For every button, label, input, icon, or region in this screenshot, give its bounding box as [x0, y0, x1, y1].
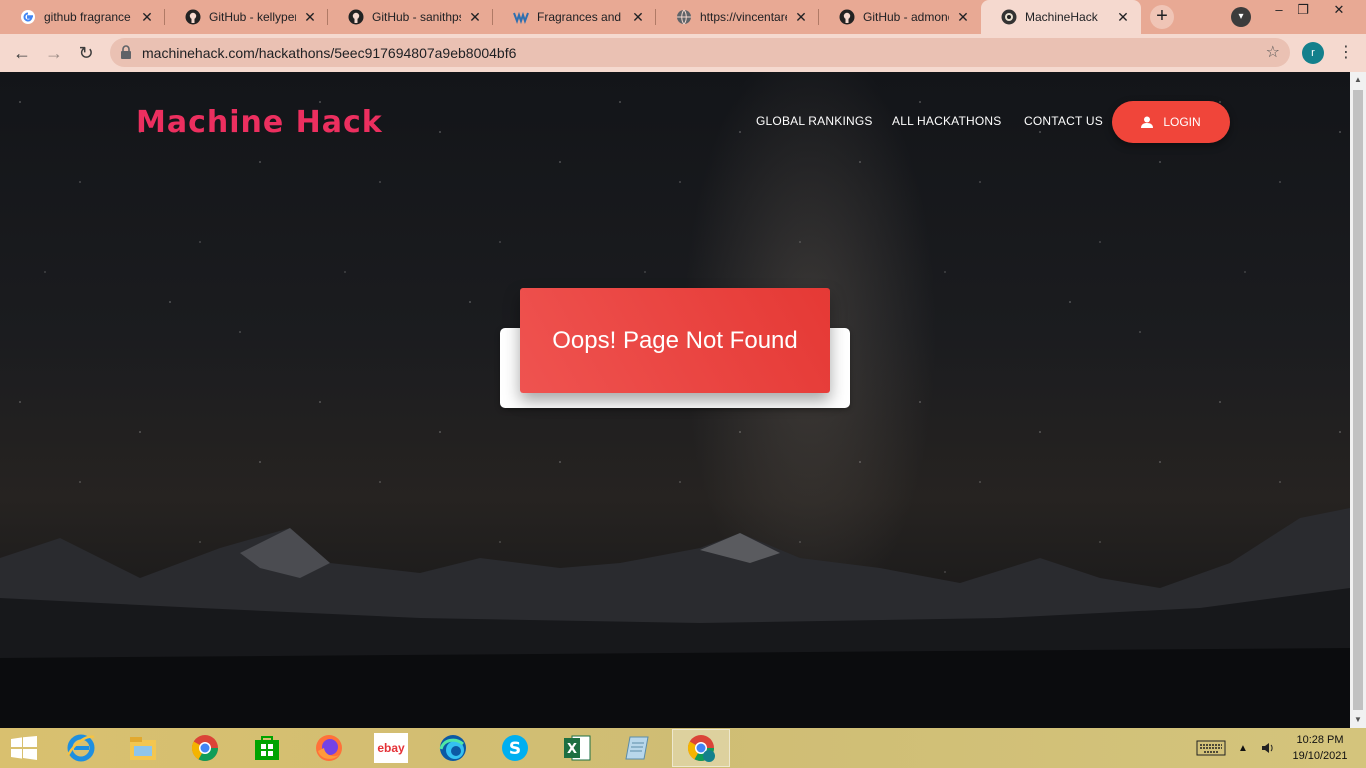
github-icon [348, 9, 364, 25]
forward-arrow-icon[interactable]: → [42, 41, 66, 65]
system-clock[interactable]: 10:28 PM 19/10/2021 [1290, 732, 1350, 764]
close-tab-icon[interactable]: ✕ [630, 9, 646, 25]
skype-icon[interactable]: S [486, 729, 544, 767]
tab-fragrances[interactable]: Fragrances and Pe ✕ [493, 0, 656, 34]
github-icon [839, 9, 855, 25]
windows-taskbar: ebay S X ▲ 10:28 PM 19/10/2021 [0, 728, 1366, 768]
mountain-landscape [0, 508, 1350, 728]
edge-icon[interactable] [424, 729, 482, 767]
page-scrollbar[interactable]: ▲ ▼ [1350, 72, 1366, 728]
nav-global-rankings[interactable]: GLOBAL RANKINGS [756, 114, 873, 128]
address-bar[interactable]: machinehack.com/hackathons/5eec917694807… [110, 38, 1290, 67]
ebay-icon[interactable]: ebay [362, 729, 420, 767]
firefox-icon[interactable] [300, 729, 358, 767]
bookmark-star-icon[interactable]: ☆ [1266, 42, 1280, 62]
ebay-label: ebay [374, 733, 408, 763]
tab-github-kellypeng[interactable]: GitHub - kellypeng ✕ [165, 0, 328, 34]
close-tab-icon[interactable]: ✕ [793, 9, 809, 25]
clock-time: 10:28 PM [1296, 734, 1344, 746]
tab-title: Fragrances and Pe [537, 10, 624, 24]
wix-icon [513, 9, 529, 25]
close-window-button[interactable]: ✕ [1326, 0, 1352, 20]
tab-title: github fragrance in [44, 10, 133, 24]
login-label: LOGIN [1163, 115, 1201, 129]
scroll-thumb[interactable] [1353, 90, 1363, 710]
tab-github-sanithps[interactable]: GitHub - sanithps9 ✕ [328, 0, 493, 34]
tab-vincentarel[interactable]: https://vincentarel ✕ [656, 0, 819, 34]
close-tab-icon[interactable]: ✕ [1115, 9, 1131, 25]
browser-tab-strip: github fragrance in ✕ GitHub - kellypeng… [0, 0, 1366, 34]
show-hidden-icons-icon[interactable]: ▲ [1238, 728, 1248, 768]
notepad-icon[interactable] [610, 729, 668, 767]
tab-github-admond[interactable]: GitHub - admond ✕ [819, 0, 981, 34]
nav-contact-us[interactable]: CONTACT US [1024, 114, 1103, 128]
globe-icon [676, 9, 692, 25]
tab-title: GitHub - sanithps9 [372, 10, 461, 24]
clock-date: 19/10/2021 [1292, 750, 1348, 762]
tab-search-icon[interactable]: ▾ [1231, 7, 1251, 27]
tab-title: GitHub - admond [863, 10, 949, 24]
close-tab-icon[interactable]: ✕ [302, 9, 318, 25]
login-button[interactable]: LOGIN [1112, 101, 1230, 143]
excel-icon[interactable]: X [548, 729, 606, 767]
profile-avatar[interactable]: r [1302, 42, 1324, 64]
tab-google-search[interactable]: github fragrance in ✕ [0, 0, 165, 34]
svg-text:S: S [509, 739, 521, 759]
machinehack-icon [1001, 9, 1017, 25]
restore-button[interactable]: ❐ [1290, 0, 1316, 20]
chrome-icon[interactable] [176, 729, 234, 767]
url-text: machinehack.com/hackathons/5eec917694807… [142, 45, 517, 61]
close-tab-icon[interactable]: ✕ [139, 9, 155, 25]
windows-start-icon[interactable] [10, 736, 38, 760]
tab-title: https://vincentarel [700, 10, 787, 24]
internet-explorer-icon[interactable] [52, 729, 110, 767]
new-tab-button[interactable]: + [1150, 5, 1174, 29]
close-tab-icon[interactable]: ✕ [955, 9, 971, 25]
file-explorer-icon[interactable] [114, 729, 172, 767]
store-icon[interactable] [238, 729, 296, 767]
tab-machinehack[interactable]: MachineHack ✕ [981, 0, 1141, 34]
browser-toolbar: ← → ↻ machinehack.com/hackathons/5eec917… [0, 34, 1366, 72]
volume-icon[interactable] [1260, 728, 1276, 768]
google-icon [20, 9, 36, 25]
tab-title: GitHub - kellypeng [209, 10, 296, 24]
back-arrow-icon[interactable]: ← [10, 41, 34, 65]
reload-icon[interactable]: ↻ [74, 41, 98, 65]
github-icon [185, 9, 201, 25]
keyboard-icon[interactable] [1196, 728, 1226, 768]
tab-title: MachineHack [1025, 10, 1098, 24]
nav-all-hackathons[interactable]: ALL HACKATHONS [892, 114, 1002, 128]
page-viewport: Machine Hack GLOBAL RANKINGS ALL HACKATH… [0, 72, 1350, 728]
scroll-down-arrow-icon[interactable]: ▼ [1350, 712, 1366, 728]
chrome-profile-icon[interactable] [672, 729, 730, 767]
more-menu-icon[interactable]: ⋮ [1336, 42, 1356, 64]
lock-icon [121, 45, 131, 59]
close-tab-icon[interactable]: ✕ [467, 9, 483, 25]
machinehack-logo[interactable]: Machine Hack [136, 105, 383, 140]
svg-text:X: X [567, 742, 577, 757]
scroll-up-arrow-icon[interactable]: ▲ [1350, 72, 1366, 88]
error-message: Oops! Page Not Found [520, 288, 830, 393]
minimize-button[interactable]: – [1266, 0, 1292, 20]
user-icon [1141, 116, 1154, 128]
